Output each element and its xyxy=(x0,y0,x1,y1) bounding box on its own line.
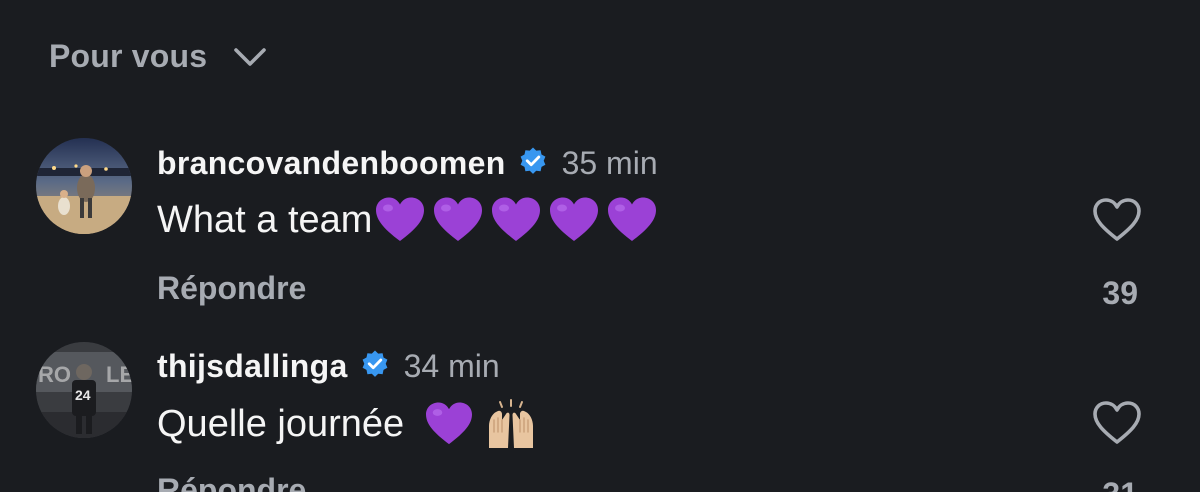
heart-outline-icon xyxy=(1092,400,1142,446)
comments-screen: Pour vous brancovandenboomen 35 min What… xyxy=(0,0,1200,492)
username[interactable]: thijsdallinga xyxy=(157,348,348,385)
avatar[interactable]: RO LE 24 xyxy=(36,342,132,438)
verified-badge-icon xyxy=(360,349,390,384)
svg-text:LE: LE xyxy=(106,362,132,387)
comment-body: Quelle journée xyxy=(157,402,405,445)
comment-emojis xyxy=(424,398,538,450)
comment-text: Quelle journée xyxy=(157,396,538,452)
svg-text:RO: RO xyxy=(38,362,71,387)
like-button[interactable] xyxy=(1092,400,1142,446)
reply-button[interactable]: Répondre xyxy=(157,472,306,492)
comment-header: thijsdallinga 34 min xyxy=(157,344,500,388)
comment-timestamp: 34 min xyxy=(403,347,500,384)
svg-text:24: 24 xyxy=(75,387,91,403)
purple-heart-icon xyxy=(424,401,474,447)
comment-item: RO LE 24 thijsdallinga 34 min Quelle jou… xyxy=(0,0,1200,492)
like-count: 31 xyxy=(1102,476,1138,492)
raising-hands-icon xyxy=(484,398,538,450)
